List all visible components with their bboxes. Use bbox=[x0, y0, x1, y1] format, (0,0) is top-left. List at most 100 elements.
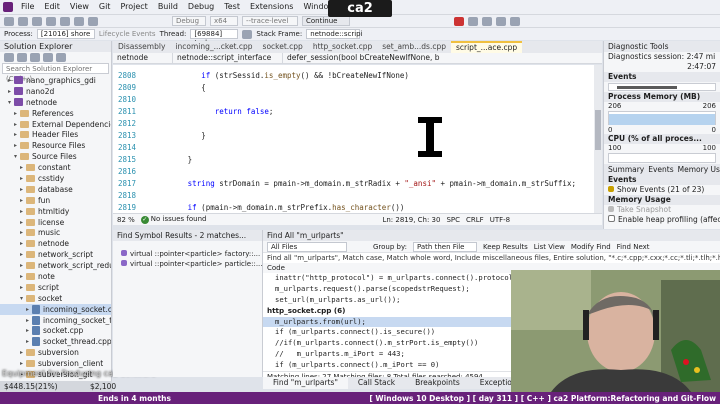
tree-item[interactable]: ▸ External Dependencies bbox=[0, 119, 111, 130]
code-line[interactable]: 2819 if (pmain->m_domain.m_strPrefix.has… bbox=[113, 201, 593, 213]
tree-item[interactable]: ▸ database bbox=[0, 184, 111, 195]
zoom-level[interactable]: 82 % bbox=[117, 216, 135, 224]
menu-test[interactable]: Test bbox=[219, 0, 245, 14]
redo-icon[interactable] bbox=[88, 16, 98, 26]
menu-edit[interactable]: Edit bbox=[39, 0, 65, 14]
code-editor[interactable]: 2808 if (strSessid.is_empty() && !bCreat… bbox=[113, 65, 602, 213]
document-tab[interactable]: Disassembly bbox=[113, 41, 170, 53]
list-view-button[interactable]: List View bbox=[534, 243, 565, 251]
bottom-tab[interactable]: Call Stack bbox=[348, 377, 405, 389]
thread-select[interactable]: [69884] task bbox=[190, 29, 239, 47]
step-into-icon[interactable] bbox=[496, 16, 506, 26]
continue-button[interactable]: Continue bbox=[302, 16, 350, 26]
find-next-button[interactable]: Find Next bbox=[617, 243, 650, 251]
stop-debugging-icon[interactable] bbox=[454, 16, 464, 26]
tree-item[interactable]: ▸ Header Files bbox=[0, 129, 111, 140]
code-line[interactable]: 2810 bbox=[113, 93, 593, 105]
code-line[interactable]: 2818 bbox=[113, 189, 593, 201]
show-events-link[interactable]: Show Events (21 of 23) bbox=[604, 185, 720, 195]
tree-item[interactable]: ▸ network_script_redu bbox=[0, 260, 111, 271]
tree-item[interactable]: ▸ socket.cpp bbox=[0, 325, 111, 336]
take-snapshot-button[interactable]: Take Snapshot bbox=[604, 205, 720, 215]
tree-item[interactable]: ▸ nano2d bbox=[0, 86, 111, 97]
tree-item[interactable]: ▸ incoming_socket_th bbox=[0, 315, 111, 326]
properties-icon[interactable] bbox=[56, 53, 66, 62]
back-icon[interactable] bbox=[4, 16, 14, 26]
cpu-header[interactable]: CPU (% of all proces... bbox=[604, 134, 720, 144]
menu-view[interactable]: View bbox=[65, 0, 94, 14]
code-line[interactable]: 2815 } bbox=[113, 153, 593, 165]
symbol-result-item[interactable]: virtual ::pointer<particle> factory::... bbox=[113, 249, 262, 259]
stack-frame-select[interactable]: netnode::scripi bbox=[306, 29, 363, 39]
tree-item[interactable]: ▸ incoming_socket.cp bbox=[0, 303, 111, 315]
tree-item[interactable]: ▸ fun bbox=[0, 195, 111, 206]
tree-item[interactable]: ▸ subversion bbox=[0, 347, 111, 358]
undo-icon[interactable] bbox=[74, 16, 84, 26]
whitespace-mode[interactable]: SPC bbox=[446, 216, 460, 224]
menu-debug[interactable]: Debug bbox=[183, 0, 219, 14]
document-tab[interactable]: script_...ace.cpp bbox=[450, 41, 523, 53]
code-line[interactable]: 2814 bbox=[113, 141, 593, 153]
tree-item[interactable]: ▸ network_script bbox=[0, 249, 111, 260]
tree-item[interactable]: ▾ Source Files bbox=[0, 151, 111, 162]
menu-project[interactable]: Project bbox=[115, 0, 152, 14]
bottom-tab[interactable]: Find "m_urlparts" bbox=[263, 377, 348, 389]
tree-item[interactable]: ▸ References bbox=[0, 108, 111, 119]
tab-summary[interactable]: Summary bbox=[608, 165, 644, 174]
process-memory-header[interactable]: Process Memory (MB) bbox=[604, 92, 720, 102]
sync-icon[interactable] bbox=[17, 53, 27, 62]
tree-item[interactable]: ▾ netnode bbox=[0, 97, 111, 108]
tab-events[interactable]: Events bbox=[648, 165, 673, 174]
group-by-select[interactable]: Path then File bbox=[412, 241, 477, 252]
document-tab[interactable]: incoming_...cket.cpp bbox=[170, 41, 257, 53]
lifecycle-events-button[interactable]: Lifecycle Events bbox=[99, 30, 156, 38]
tree-item[interactable]: ▸ script bbox=[0, 282, 111, 293]
tree-item[interactable]: ▸ note bbox=[0, 271, 111, 282]
menu-file[interactable]: File bbox=[16, 0, 39, 14]
nav-member-select[interactable]: defer_session(bool bCreateNewIfNone, b bbox=[283, 53, 602, 63]
configuration-select[interactable]: Debug bbox=[172, 16, 206, 26]
nav-class-select[interactable]: netnode::script_interface bbox=[173, 53, 283, 63]
events-header[interactable]: Events bbox=[604, 72, 720, 82]
line-endings[interactable]: CRLF bbox=[466, 216, 484, 224]
issues-indicator[interactable]: ✓ No issues found bbox=[140, 215, 206, 224]
document-tab[interactable]: http_socket.cpp bbox=[308, 41, 377, 53]
document-tab[interactable]: socket.cpp bbox=[258, 41, 308, 53]
code-line[interactable]: 2809 { bbox=[113, 81, 593, 93]
bottom-tab[interactable]: Breakpoints bbox=[405, 377, 470, 389]
tab-memory-usage[interactable]: Memory Us bbox=[678, 165, 720, 174]
code-line[interactable]: 2808 if (strSessid.is_empty() && !bCreat… bbox=[113, 69, 593, 81]
document-tab[interactable]: set_amb...ds.cpp bbox=[377, 41, 451, 53]
code-line[interactable]: 2812 bbox=[113, 117, 593, 129]
tree-item[interactable]: ▸ constant bbox=[0, 162, 111, 173]
menu-git[interactable]: Git bbox=[94, 0, 116, 14]
tree-item[interactable]: ▸ nano_graphics_gdi bbox=[0, 75, 111, 86]
nav-project-select[interactable]: netnode bbox=[113, 53, 173, 63]
restart-icon[interactable] bbox=[468, 16, 478, 26]
solution-explorer-search-input[interactable]: Search Solution Explorer (Ctrl+;) bbox=[2, 63, 109, 83]
code-line[interactable]: 2817 string strDomain = pmain->m_domain.… bbox=[113, 177, 593, 189]
modify-find-button[interactable]: Modify Find bbox=[571, 243, 611, 251]
tree-item[interactable]: ▸ Resource Files bbox=[0, 140, 111, 151]
heap-profiling-checkbox[interactable]: Enable heap profiling (affec bbox=[604, 215, 720, 225]
tree-item[interactable]: ▸ htmltidy bbox=[0, 206, 111, 217]
tree-item[interactable]: ▸ subversion_client bbox=[0, 358, 111, 369]
process-select[interactable]: [21016] shore bbox=[36, 29, 95, 39]
scope-select[interactable]: All Files bbox=[267, 241, 347, 252]
arguments-select[interactable]: --trace-level bbox=[242, 16, 298, 26]
collapse-all-icon[interactable] bbox=[43, 53, 53, 62]
flag-thread-icon[interactable] bbox=[242, 29, 253, 39]
save-all-icon[interactable] bbox=[60, 16, 70, 26]
tree-item[interactable]: ▸ csstidy bbox=[0, 173, 111, 184]
new-item-icon[interactable] bbox=[32, 16, 42, 26]
step-over-icon[interactable] bbox=[482, 16, 492, 26]
refresh-icon[interactable] bbox=[30, 53, 40, 62]
step-out-icon[interactable] bbox=[510, 16, 520, 26]
platform-select[interactable]: x64 bbox=[210, 16, 238, 26]
tree-item[interactable]: ▸ license bbox=[0, 217, 111, 228]
code-line[interactable]: 2811 return false; bbox=[113, 105, 593, 117]
menu-build[interactable]: Build bbox=[153, 0, 183, 14]
tree-item[interactable]: ▸ netnode bbox=[0, 238, 111, 249]
menu-extensions[interactable]: Extensions bbox=[245, 0, 298, 14]
code-line[interactable]: 2816 bbox=[113, 165, 593, 177]
